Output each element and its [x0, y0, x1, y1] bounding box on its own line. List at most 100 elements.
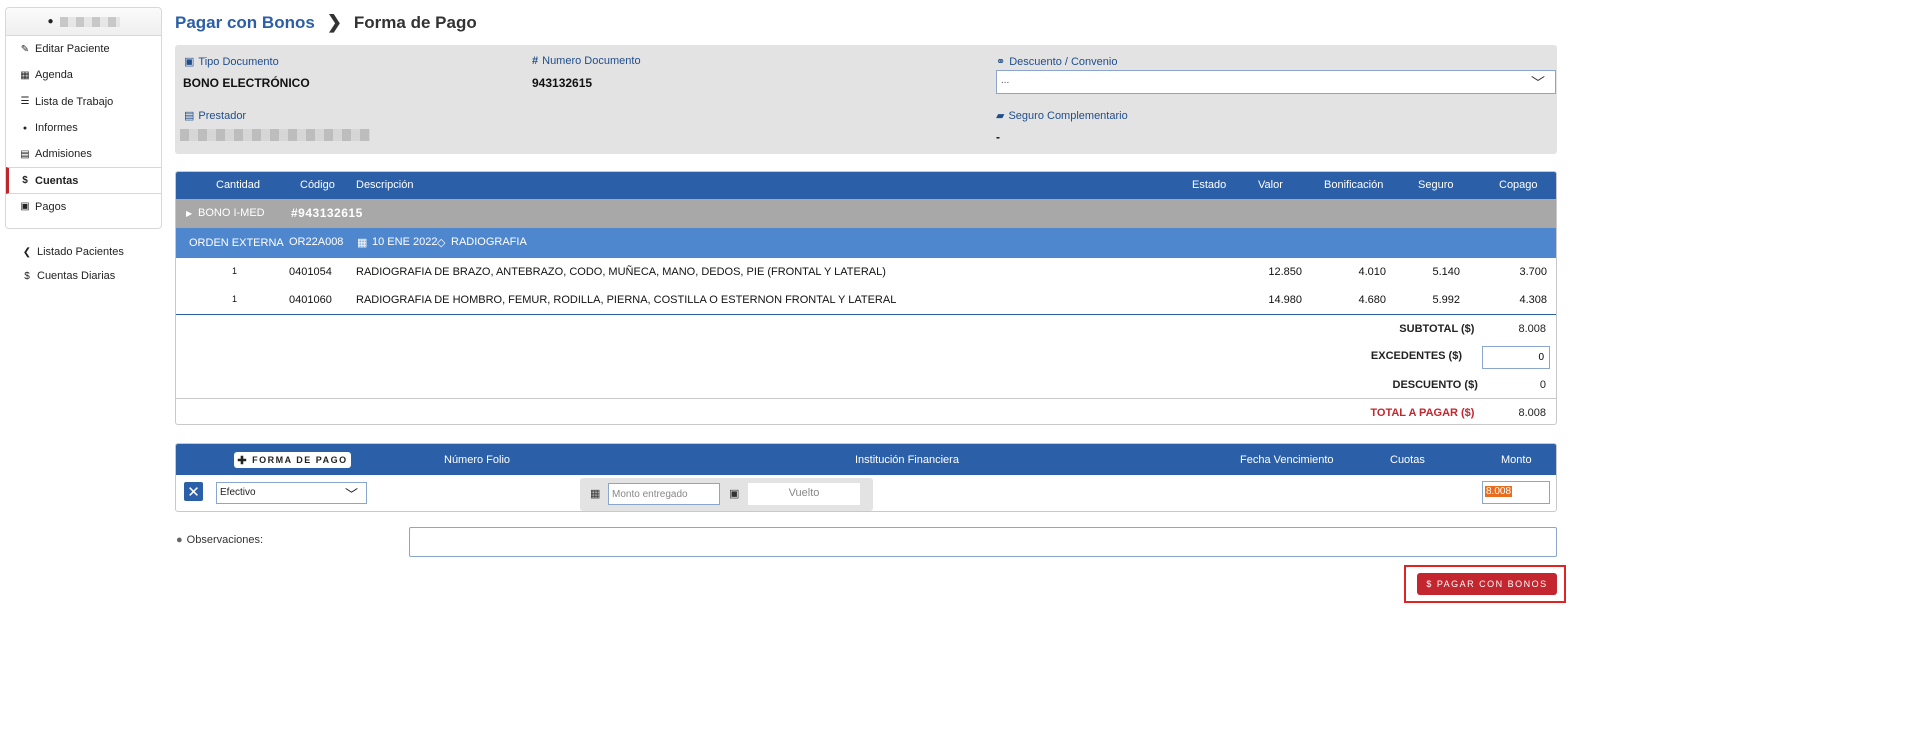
sidebar-item-label: Lista de Trabajo [35, 95, 114, 108]
sidebar-item-label: Cuentas [35, 174, 79, 187]
chevron-left-icon: ❮ [22, 246, 32, 258]
vuelto-field[interactable]: Vuelto [748, 483, 860, 505]
col-numero-folio: Número Folio [444, 454, 511, 466]
observaciones-label: ● Observaciones: [176, 534, 263, 546]
monto-entregado-input[interactable]: Monto entregado [608, 483, 720, 505]
col-copago: Copago [1499, 179, 1538, 191]
cell-descripcion: RADIOGRAFIA DE HOMBRO, FEMUR, RODILLA, P… [356, 294, 897, 306]
col-descripcion: Descripción [356, 179, 414, 191]
sidebar-item-label: Admisiones [35, 148, 92, 161]
calendar-icon: ▦ [357, 237, 368, 249]
dollar-icon: $ [24, 270, 30, 282]
prestador-label-text: Prestador [198, 109, 247, 122]
cell-cantidad: 1 [232, 294, 238, 304]
col-seguro: Seguro [1418, 179, 1454, 191]
orden-code: OR22A008 [289, 236, 344, 248]
table-row: 1 0401060 RADIOGRAFIA DE HOMBRO, FEMUR, … [176, 286, 1556, 314]
excedentes-row: EXCEDENTES ($) [1371, 350, 1462, 362]
cell-copago: 3.700 [1519, 266, 1547, 278]
pagar-con-bonos-button[interactable]: $ PAGAR CON BONOS [1417, 573, 1557, 595]
cell-codigo: 0401060 [289, 294, 332, 306]
microphone-icon: ● [22, 124, 28, 132]
link-cuentas-diarias[interactable]: $ Cuentas Diarias [5, 264, 162, 288]
divider [176, 398, 1556, 399]
pencil-icon: ✎ [20, 43, 30, 55]
sidebar-item-informes[interactable]: ● Informes [6, 115, 161, 141]
col-valor: Valor [1258, 179, 1283, 191]
sidebar-item-label: Pagos [35, 200, 67, 213]
col-codigo: Código [300, 179, 335, 191]
briefcase-icon: ▰ [996, 110, 1005, 122]
plus-icon: ✚ [237, 454, 249, 467]
cell-bonificacion: 4.010 [1358, 266, 1386, 278]
diamond-icon: ◇ [437, 237, 446, 249]
total-label: TOTAL A PAGAR ($) [1370, 407, 1475, 419]
page-title: Forma de Pago [353, 12, 477, 32]
sidebar-item-agenda[interactable]: ▦ Agenda [6, 62, 161, 88]
sidebar-links: ❮ Listado Pacientes $ Cuentas Diarias [5, 240, 162, 288]
descuento-value: 0 [1539, 379, 1546, 391]
orden-type: RADIOGRAFIA [451, 236, 527, 248]
subtotal-row: SUBTOTAL ($) 8.008 [1399, 323, 1546, 335]
breadcrumb-pagar-con-bonos[interactable]: Pagar con Bonos [175, 13, 315, 33]
dollar-icon: $ [22, 175, 28, 187]
col-bonificacion: Bonificación [1324, 179, 1384, 191]
sidebar-item-cuentas[interactable]: $ Cuentas [6, 167, 161, 194]
cash-calculator: ▦ Monto entregado ▣ Vuelto [580, 478, 873, 511]
user-header[interactable]: ● [6, 8, 161, 36]
payment-method-value: Efectivo [220, 487, 256, 498]
link-listado-pacientes[interactable]: ❮ Listado Pacientes [5, 240, 162, 264]
calculator-icon: ▦ [590, 488, 601, 500]
hash-icon: # [532, 55, 539, 67]
numero-documento-label-text: Numero Documento [542, 55, 641, 67]
bono-label: BONO I-MED [198, 207, 265, 219]
items-table-header: Cantidad Código Descripción Estado Valor… [176, 172, 1556, 199]
list-icon: ☰ [20, 96, 30, 108]
cell-seguro: 5.992 [1432, 294, 1460, 306]
descuento-convenio-select[interactable]: ... ﹀ [996, 70, 1556, 94]
sidebar-item-lista-de-trabajo[interactable]: ☰ Lista de Trabajo [6, 89, 161, 115]
cell-valor: 12.850 [1268, 266, 1302, 278]
tipo-documento-label: ▣ Tipo Documento [184, 55, 279, 69]
id-card-icon: ▤ [184, 110, 195, 122]
payment-row: ✕ Efectivo ﹀ ▦ Monto entregado ▣ Vuelto … [176, 475, 1556, 511]
payment-method-select[interactable]: Efectivo ﹀ [216, 482, 367, 504]
subtotal-label: SUBTOTAL ($) [1399, 323, 1475, 335]
monto-input[interactable]: 8.008 [1482, 481, 1550, 504]
chevron-right-icon: ❯ [326, 12, 342, 32]
totals-section: SUBTOTAL ($) 8.008 EXCEDENTES ($) DESCUE… [176, 314, 1556, 424]
payment-table: ✚ FORMA DE PAGO Número Folio Institución… [175, 443, 1557, 512]
chevron-down-icon: ﹀ [344, 487, 358, 502]
seguro-complementario-label-text: Seguro Complementario [1008, 109, 1128, 122]
numero-documento-label: # Numero Documento [532, 55, 641, 67]
sidebar-item-admisiones[interactable]: ▤ Admisiones [6, 141, 161, 167]
chevron-down-icon: ﹀ [1531, 75, 1545, 91]
table-row: 1 0401054 RADIOGRAFIA DE BRAZO, ANTEBRAZ… [176, 258, 1556, 286]
sidebar: ● ✎ Editar Paciente ▦ Agenda ☰ Lista de … [5, 7, 162, 229]
add-forma-de-pago-button[interactable]: ✚ FORMA DE PAGO [234, 452, 351, 468]
excedentes-input[interactable] [1482, 346, 1550, 369]
descuento-selected-value: ... [1001, 75, 1010, 86]
sidebar-item-label: Informes [35, 122, 78, 135]
observaciones-textarea[interactable] [409, 527, 1557, 557]
orden-date: 10 ENE 2022 [372, 236, 438, 248]
payment-table-header: ✚ FORMA DE PAGO Número Folio Institución… [176, 444, 1556, 475]
bono-group-row[interactable]: ▶ BONO I-MED #943132615 [176, 199, 1556, 228]
bono-number: #943132615 [291, 206, 363, 220]
prestador-label: ▤ Prestador [184, 109, 247, 123]
descuento-row: DESCUENTO ($) 0 [1393, 379, 1547, 391]
col-estado: Estado [1192, 179, 1227, 191]
cell-bonificacion: 4.680 [1358, 294, 1386, 306]
cell-valor: 14.980 [1268, 294, 1302, 306]
col-cantidad: Cantidad [216, 179, 261, 191]
numero-documento-value: 943132615 [532, 76, 593, 90]
cell-copago: 4.308 [1519, 294, 1547, 306]
col-cuotas: Cuotas [1390, 454, 1425, 466]
sidebar-item-pagos[interactable]: ▣ Pagos [6, 194, 161, 220]
caret-right-icon: ▶ [186, 209, 193, 218]
sidebar-item-editar-paciente[interactable]: ✎ Editar Paciente [6, 36, 161, 62]
items-table: Cantidad Código Descripción Estado Valor… [175, 171, 1557, 425]
tipo-documento-value: BONO ELECTRÓNICO [183, 76, 310, 90]
seguro-complementario-label: ▰ Seguro Complementario [996, 109, 1128, 123]
remove-payment-button[interactable]: ✕ [184, 482, 203, 501]
